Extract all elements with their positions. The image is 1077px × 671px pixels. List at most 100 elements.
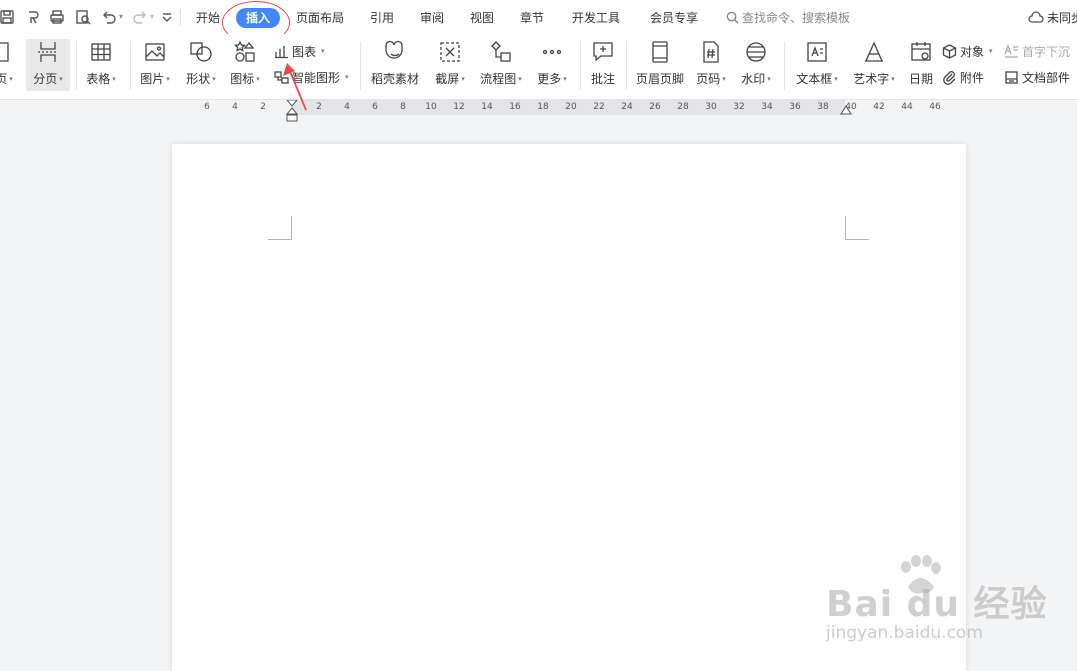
chevron-down-icon: ▾ bbox=[563, 74, 567, 83]
text-box-icon bbox=[804, 39, 830, 65]
document-page[interactable] bbox=[172, 144, 966, 671]
chart-label: 图表 bbox=[292, 44, 317, 59]
screenshot-label: 截屏 bbox=[435, 72, 460, 86]
ribbon-separator bbox=[130, 42, 131, 90]
docer-material-button[interactable]: 稻壳素材 bbox=[368, 39, 422, 91]
icons-button[interactable]: 图标 ▾ bbox=[226, 39, 264, 91]
chart-button[interactable]: 图表 ▾ bbox=[274, 42, 325, 60]
chevron-down-icon: ▾ bbox=[256, 74, 260, 83]
watermark-button[interactable]: 水印 ▾ bbox=[736, 39, 776, 91]
cover-page-button[interactable]: 页 ▾ bbox=[0, 39, 16, 91]
ruler-tick: 8 bbox=[400, 102, 406, 112]
more-icon bbox=[539, 39, 565, 65]
tab-references[interactable]: 引用 bbox=[370, 8, 394, 28]
chevron-down-icon: ▾ bbox=[112, 74, 116, 83]
redo-icon[interactable] bbox=[131, 8, 149, 26]
header-footer-icon bbox=[647, 39, 673, 65]
text-box-button[interactable]: 文本框 ▾ bbox=[792, 39, 842, 91]
header-footer-button[interactable]: 页眉页脚 bbox=[632, 39, 688, 91]
more-button[interactable]: 更多 ▾ bbox=[532, 39, 572, 91]
doc-parts-button[interactable]: 文档部件 bbox=[1004, 68, 1070, 86]
chevron-down-icon: ▾ bbox=[166, 74, 170, 83]
drop-cap-button[interactable]: 首字下沉 bbox=[1004, 42, 1070, 60]
document-body[interactable] bbox=[292, 240, 845, 660]
tab-view[interactable]: 视图 bbox=[470, 8, 494, 28]
ruler-tick: 4 bbox=[232, 102, 238, 112]
ribbon-separator bbox=[76, 42, 77, 90]
customize-toolbar-icon[interactable] bbox=[158, 8, 176, 26]
page-number-label: 页码 bbox=[696, 72, 721, 86]
watermark-label: 水印 bbox=[741, 72, 766, 86]
redo-caret-icon[interactable]: ▾ bbox=[150, 12, 154, 21]
ruler-tick: 26 bbox=[649, 102, 661, 112]
tab-developer[interactable]: 开发工具 bbox=[572, 8, 620, 28]
ruler-tick: 36 bbox=[789, 102, 801, 112]
screenshot-button[interactable]: 截屏 ▾ bbox=[430, 39, 470, 91]
save-icon[interactable] bbox=[0, 8, 16, 26]
scissors-icon bbox=[437, 39, 463, 65]
paperclip-icon bbox=[943, 70, 956, 85]
text-box-label: 文本框 bbox=[796, 72, 833, 86]
shape-button[interactable]: 形状 ▾ bbox=[182, 39, 220, 91]
table-icon bbox=[88, 39, 114, 65]
page-number-button[interactable]: 页码 ▾ bbox=[692, 39, 730, 91]
drop-cap-label: 首字下沉 bbox=[1022, 44, 1071, 59]
ribbon-separator bbox=[360, 42, 361, 90]
table-button[interactable]: 表格 ▾ bbox=[82, 39, 120, 91]
ruler-tick: 10 bbox=[425, 102, 437, 112]
horizontal-ruler[interactable]: 6 4 2 2 4 6 8 10 12 14 16 18 20 22 24 26… bbox=[0, 100, 1077, 122]
sync-status[interactable]: 未同步 bbox=[1028, 9, 1077, 25]
undo-caret-icon[interactable]: ▾ bbox=[119, 12, 123, 21]
cloud-icon bbox=[1028, 11, 1044, 23]
ruler-tick: 16 bbox=[509, 102, 521, 112]
attachment-button[interactable]: 附件 bbox=[942, 68, 984, 86]
ruler-tick: 20 bbox=[565, 102, 577, 112]
date-button[interactable]: 日期 bbox=[904, 39, 938, 91]
chevron-down-icon: ▾ bbox=[722, 74, 726, 83]
flowchart-button[interactable]: 流程图 ▾ bbox=[476, 39, 526, 91]
comment-button[interactable]: 批注 bbox=[586, 39, 620, 91]
undo-icon[interactable] bbox=[100, 8, 118, 26]
shape-icon bbox=[188, 39, 214, 65]
ribbon-separator bbox=[784, 42, 785, 90]
docer-material-label: 稻壳素材 bbox=[370, 72, 419, 86]
word-art-button[interactable]: 艺术字 ▾ bbox=[848, 39, 900, 91]
tab-home[interactable]: 开始 bbox=[196, 8, 220, 28]
comment-icon bbox=[590, 39, 616, 65]
insert-ribbon: 页 ▾ 分页 ▾ 表格 ▾ 图片 ▾ 形状 ▾ 图标 ▾ 图表 ▾ 智能图形 ▾… bbox=[0, 34, 1077, 100]
ruler-tick: 22 bbox=[593, 102, 605, 112]
output-pdf-icon[interactable] bbox=[24, 8, 42, 26]
comment-label: 批注 bbox=[590, 72, 615, 86]
chevron-down-icon: ▾ bbox=[212, 74, 216, 83]
right-indent-marker-icon[interactable] bbox=[840, 105, 852, 115]
page-break-icon bbox=[35, 39, 61, 65]
chevron-down-icon: ▾ bbox=[345, 73, 349, 81]
drop-cap-icon bbox=[1004, 43, 1018, 58]
chevron-down-icon: ▾ bbox=[834, 74, 838, 83]
ruler-tick: 6 bbox=[204, 102, 210, 112]
print-preview-icon[interactable] bbox=[74, 8, 92, 26]
search-icon bbox=[726, 11, 739, 24]
tab-page-layout[interactable]: 页面布局 bbox=[296, 8, 344, 28]
object-label: 对象 bbox=[960, 44, 985, 59]
ruler-tick: 4 bbox=[344, 102, 350, 112]
search-placeholder: 查找命令、搜索模板 bbox=[742, 10, 851, 25]
page-break-button[interactable]: 分页 ▾ bbox=[26, 39, 70, 91]
picture-button[interactable]: 图片 ▾ bbox=[136, 39, 174, 91]
menu-bar: ▾ ▾ 开始 插入 页面布局 引用 审阅 视图 章节 开发工具 会员专享 查找命… bbox=[0, 0, 1077, 34]
print-icon[interactable] bbox=[48, 8, 66, 26]
ruler-tick: 42 bbox=[873, 102, 885, 112]
picture-icon bbox=[142, 39, 168, 65]
page-break-label: 分页 bbox=[33, 72, 58, 86]
chevron-down-icon: ▾ bbox=[59, 74, 63, 83]
tab-chapter[interactable]: 章节 bbox=[520, 8, 544, 28]
object-button[interactable]: 对象 ▾ bbox=[942, 42, 993, 60]
watermark-icon bbox=[743, 39, 769, 65]
chevron-down-icon: ▾ bbox=[321, 47, 325, 55]
command-search[interactable]: 查找命令、搜索模板 bbox=[726, 9, 850, 25]
more-label: 更多 bbox=[537, 72, 562, 86]
menu-separator bbox=[180, 9, 181, 25]
ruler-tick: 32 bbox=[733, 102, 745, 112]
tab-member[interactable]: 会员专享 bbox=[650, 8, 698, 28]
tab-review[interactable]: 审阅 bbox=[420, 8, 444, 28]
